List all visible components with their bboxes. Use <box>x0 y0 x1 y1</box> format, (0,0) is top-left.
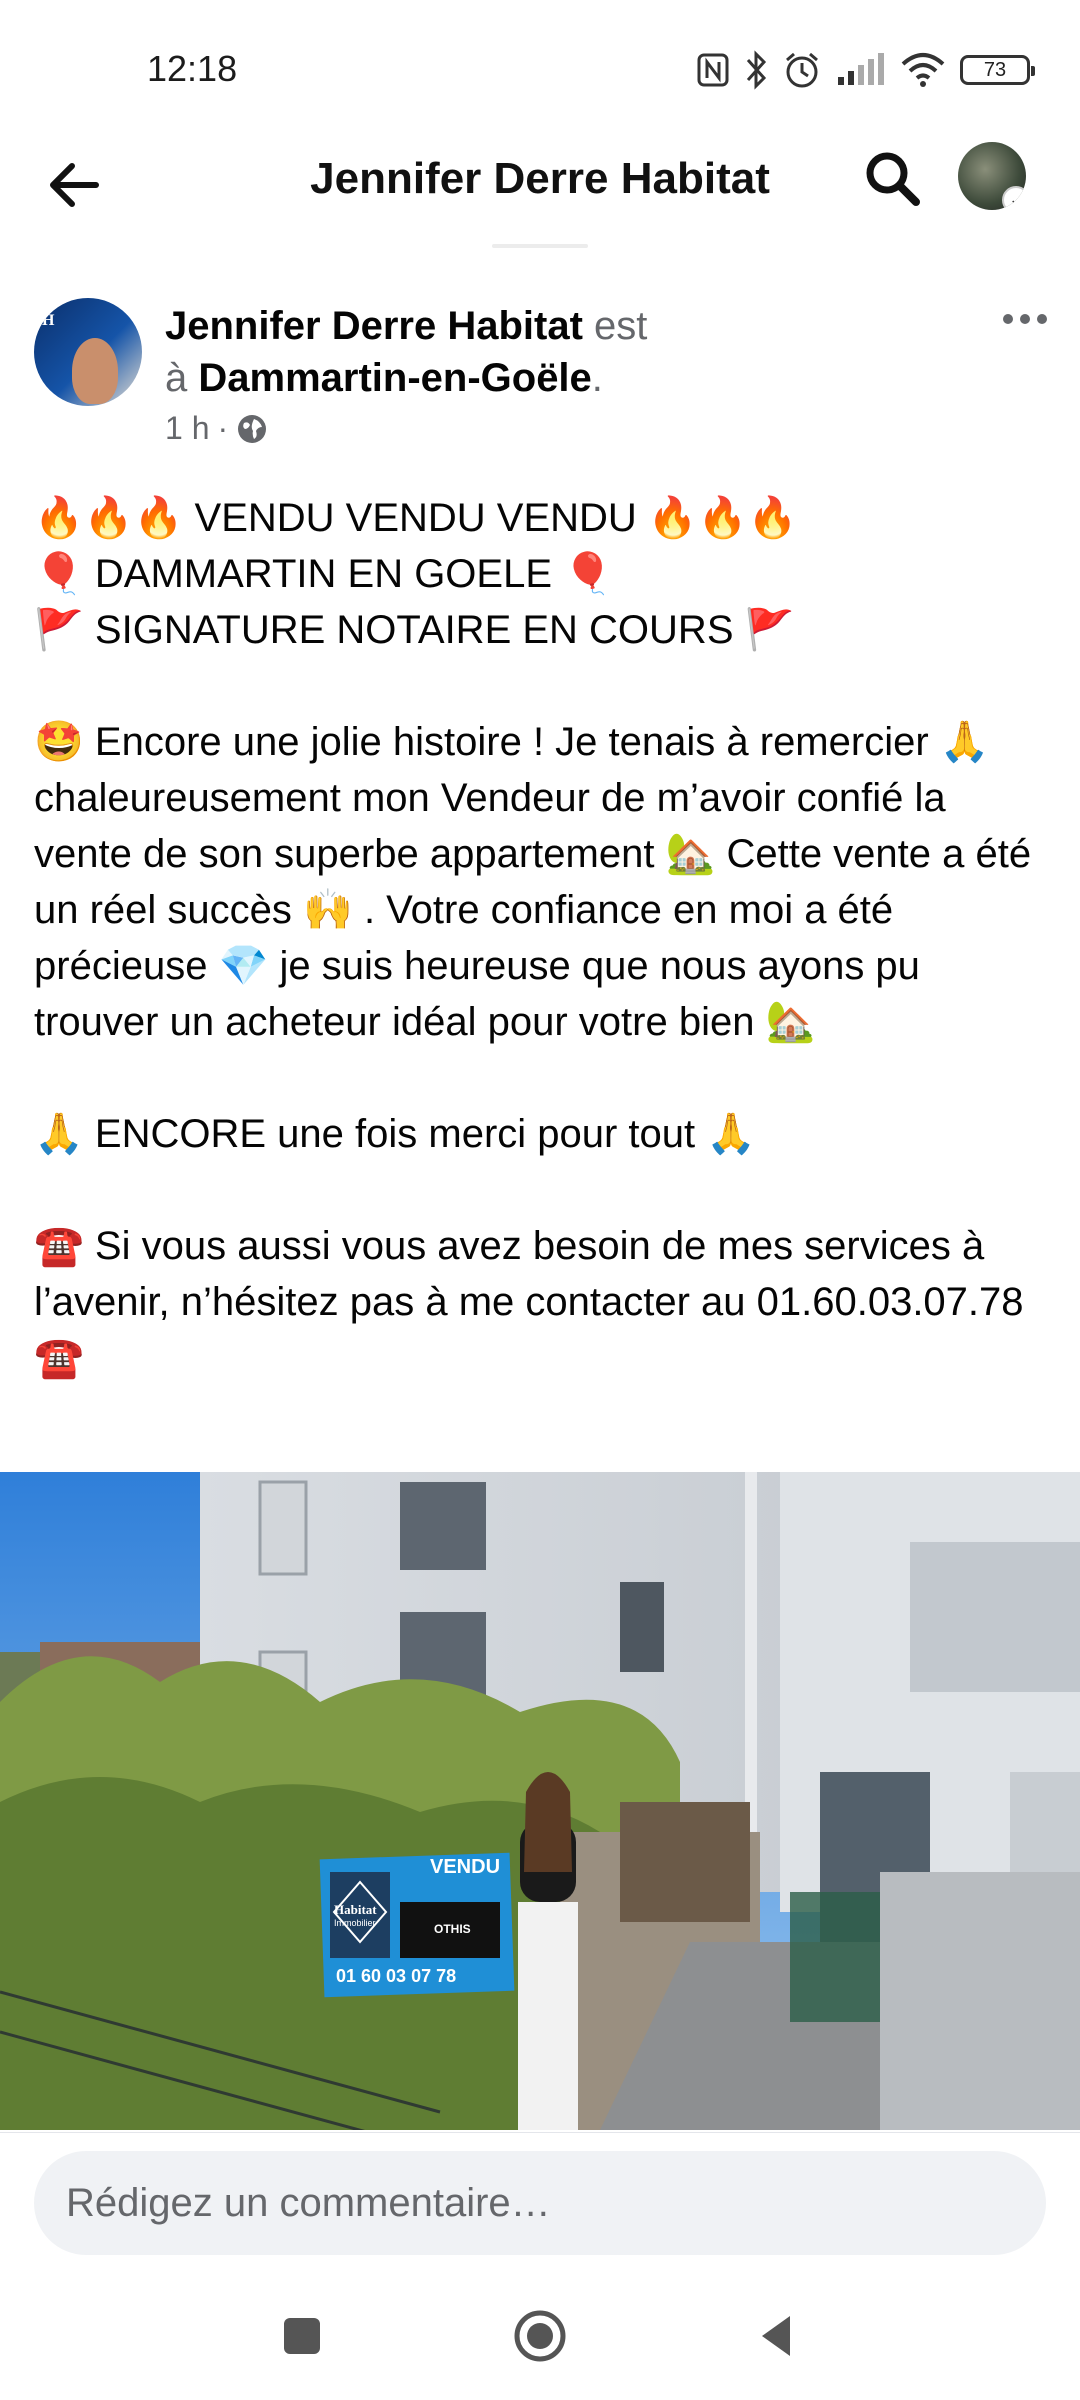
post-author-avatar[interactable]: H <box>34 298 142 406</box>
nfc-icon <box>697 53 729 87</box>
search-icon[interactable] <box>858 144 928 214</box>
post-photo-image <box>0 1472 1080 2130</box>
post-verb: est <box>594 304 648 348</box>
recent-apps-icon[interactable] <box>272 2306 332 2366</box>
avatar-logo: H <box>42 312 55 329</box>
post-author-name[interactable]: Jennifer Derre Habitat <box>165 304 583 348</box>
alarm-icon <box>786 52 818 88</box>
comment-input[interactable]: Rédigez un commentaire… <box>34 2151 1046 2255</box>
status-time: 12:18 <box>147 48 238 89</box>
app-header: Jennifer Derre Habitat ⌄ <box>0 130 1080 240</box>
profile-avatar[interactable]: ⌄ <box>958 142 1026 210</box>
scroll-indicator <box>492 244 588 248</box>
status-icons: 73 <box>696 48 1035 92</box>
post-location[interactable]: Dammartin-en-Goële <box>198 356 591 400</box>
post-time[interactable]: 1 h <box>165 410 209 447</box>
sign-vendu-label: VENDU <box>430 1856 501 1878</box>
comment-bar: Rédigez un commentaire… <box>0 2132 1080 2273</box>
globe-icon <box>238 414 267 443</box>
more-options-icon[interactable] <box>1000 304 1050 334</box>
wifi-icon <box>901 53 945 87</box>
chevron-down-icon: ⌄ <box>1002 186 1026 210</box>
home-icon[interactable] <box>510 2306 570 2366</box>
battery-level: 73 <box>983 58 1007 81</box>
post-meta-separator: · <box>217 410 229 446</box>
sign-brand-label: Habitat <box>334 1902 377 1917</box>
post-preposition: à <box>165 356 188 400</box>
post-author-line: Jennifer Derre Habitat est <box>165 300 647 352</box>
battery-icon: 73 <box>960 55 1035 85</box>
sign-phone-label: 01 60 03 07 78 <box>336 1966 457 1986</box>
sign-agent-label: OTHIS <box>434 1922 471 1936</box>
system-nav-bar <box>0 2272 1080 2400</box>
bluetooth-icon <box>746 50 767 90</box>
post-meta: 1 h · <box>165 410 268 447</box>
signal-icon <box>838 53 884 85</box>
post-photo[interactable]: VENDU Habitat Immobilier OTHIS 01 60 03 … <box>0 1472 1080 2130</box>
back-nav-icon[interactable] <box>748 2306 808 2366</box>
status-bar: 12:18 73 <box>0 0 1080 130</box>
post-text: 🔥🔥🔥 VENDU VENDU VENDU 🔥🔥🔥 🎈 DAMMARTIN EN… <box>34 496 1032 1380</box>
avatar-face <box>72 338 118 404</box>
post-location-line: à Dammartin-en-Goële. <box>165 352 603 404</box>
sign-sub-label: Immobilier <box>334 1918 376 1928</box>
post-location-dot: . <box>591 356 603 400</box>
